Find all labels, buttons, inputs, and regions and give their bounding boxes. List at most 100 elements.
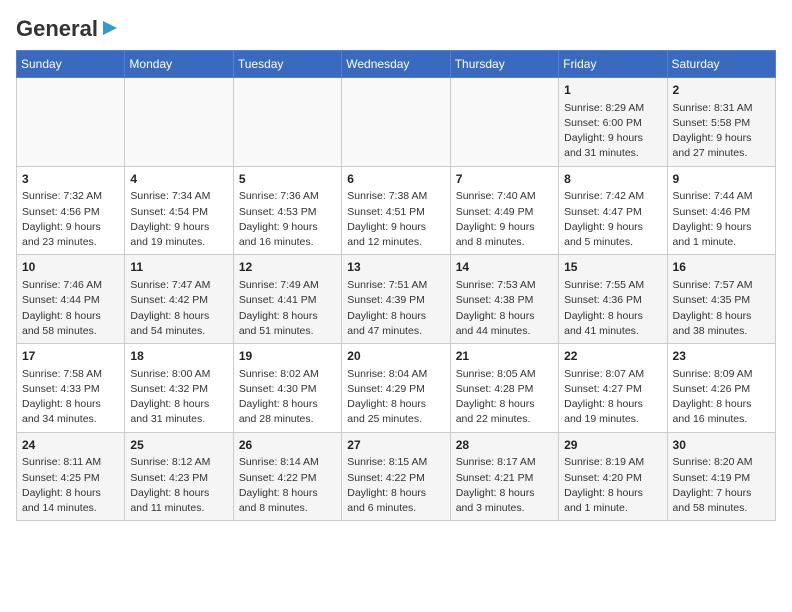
col-sunday: Sunday: [17, 51, 125, 78]
day-number: 12: [239, 259, 336, 276]
day-number: 29: [564, 437, 661, 454]
day-cell: 29Sunrise: 8:19 AM Sunset: 4:20 PM Dayli…: [559, 432, 667, 521]
day-cell: [450, 78, 558, 167]
day-info: Sunrise: 8:04 AM Sunset: 4:29 PM Dayligh…: [347, 367, 444, 428]
day-cell: 20 Sunrise: 8:04 AM Sunset: 4:29 PM Dayli…: [342, 344, 450, 433]
day-info: Sunrise: 7:32 AM Sunset: 4:56 PM Dayligh…: [22, 189, 119, 250]
day-cell: 17 Sunrise: 7:58 AM Sunset: 4:33 PM Dayli…: [17, 344, 125, 433]
day-cell: 8Sunrise: 7:42 AM Sunset: 4:47 PM Daylig…: [559, 166, 667, 255]
day-cell: [17, 78, 125, 167]
col-friday: Friday: [559, 51, 667, 78]
day-cell: 2Sunrise: 8:31 AM Sunset: 5:58 PM Daylig…: [667, 78, 775, 167]
day-info: Sunrise: 7:51 AM Sunset: 4:39 PM Dayligh…: [347, 278, 444, 339]
day-info: Sunrise: 8:19 AM Sunset: 4:20 PM Dayligh…: [564, 455, 661, 516]
day-cell: 6Sunrise: 7:38 AM Sunset: 4:51 PM Daylig…: [342, 166, 450, 255]
day-cell: 10 Sunrise: 7:46 AM Sunset: 4:44 PM Dayli…: [17, 255, 125, 344]
logo-text-general: General: [16, 16, 98, 42]
day-number: 23: [673, 348, 770, 365]
day-cell: 18 Sunrise: 8:00 AM Sunset: 4:32 PM Dayli…: [125, 344, 233, 433]
logo-arrow-icon: [99, 17, 121, 39]
day-cell: [125, 78, 233, 167]
day-info: Sunrise: 8:09 AM Sunset: 4:26 PM Dayligh…: [673, 367, 770, 428]
day-info: Sunrise: 7:55 AM Sunset: 4:36 PM Dayligh…: [564, 278, 661, 339]
day-number: 9: [673, 171, 770, 188]
day-info: Sunrise: 7:58 AM Sunset: 4:33 PM Dayligh…: [22, 367, 119, 428]
day-number: 2: [673, 82, 770, 99]
day-number: 6: [347, 171, 444, 188]
day-number: 20: [347, 348, 444, 365]
day-info: Sunrise: 8:11 AM Sunset: 4:25 PM Dayligh…: [22, 455, 119, 516]
day-cell: 14 Sunrise: 7:53 AM Sunset: 4:38 PM Dayli…: [450, 255, 558, 344]
day-number: 15: [564, 259, 661, 276]
col-saturday: Saturday: [667, 51, 775, 78]
day-info: Sunrise: 8:05 AM Sunset: 4:28 PM Dayligh…: [456, 367, 553, 428]
week-row-2: 3Sunrise: 7:32 AM Sunset: 4:56 PM Daylig…: [17, 166, 776, 255]
day-cell: 3Sunrise: 7:32 AM Sunset: 4:56 PM Daylig…: [17, 166, 125, 255]
day-number: 25: [130, 437, 227, 454]
day-cell: 11 Sunrise: 7:47 AM Sunset: 4:42 PM Dayli…: [125, 255, 233, 344]
col-monday: Monday: [125, 51, 233, 78]
day-number: 3: [22, 171, 119, 188]
day-cell: 1Sunrise: 8:29 AM Sunset: 6:00 PM Daylig…: [559, 78, 667, 167]
col-wednesday: Wednesday: [342, 51, 450, 78]
calendar-header: Sunday Monday Tuesday Wednesday Thursday…: [17, 51, 776, 78]
day-number: 21: [456, 348, 553, 365]
day-info: Sunrise: 7:42 AM Sunset: 4:47 PM Dayligh…: [564, 189, 661, 250]
day-number: 18: [130, 348, 227, 365]
day-number: 17: [22, 348, 119, 365]
day-number: 10: [22, 259, 119, 276]
week-row-4: 17 Sunrise: 7:58 AM Sunset: 4:33 PM Dayli…: [17, 344, 776, 433]
day-cell: 16 Sunrise: 7:57 AM Sunset: 4:35 PM Dayli…: [667, 255, 775, 344]
day-info: Sunrise: 7:44 AM Sunset: 4:46 PM Dayligh…: [673, 189, 770, 250]
day-info: Sunrise: 8:00 AM Sunset: 4:32 PM Dayligh…: [130, 367, 227, 428]
day-cell: 28Sunrise: 8:17 AM Sunset: 4:21 PM Dayli…: [450, 432, 558, 521]
day-number: 14: [456, 259, 553, 276]
day-info: Sunrise: 8:12 AM Sunset: 4:23 PM Dayligh…: [130, 455, 227, 516]
day-info: Sunrise: 8:29 AM Sunset: 6:00 PM Dayligh…: [564, 101, 661, 162]
day-cell: 23 Sunrise: 8:09 AM Sunset: 4:26 PM Dayli…: [667, 344, 775, 433]
day-cell: 26Sunrise: 8:14 AM Sunset: 4:22 PM Dayli…: [233, 432, 341, 521]
day-cell: 13 Sunrise: 7:51 AM Sunset: 4:39 PM Dayli…: [342, 255, 450, 344]
day-cell: 25Sunrise: 8:12 AM Sunset: 4:23 PM Dayli…: [125, 432, 233, 521]
day-cell: 24Sunrise: 8:11 AM Sunset: 4:25 PM Dayli…: [17, 432, 125, 521]
day-info: Sunrise: 7:57 AM Sunset: 4:35 PM Dayligh…: [673, 278, 770, 339]
day-info: Sunrise: 7:53 AM Sunset: 4:38 PM Dayligh…: [456, 278, 553, 339]
day-info: Sunrise: 7:36 AM Sunset: 4:53 PM Dayligh…: [239, 189, 336, 250]
day-number: 4: [130, 171, 227, 188]
week-row-5: 24Sunrise: 8:11 AM Sunset: 4:25 PM Dayli…: [17, 432, 776, 521]
week-row-1: 1Sunrise: 8:29 AM Sunset: 6:00 PM Daylig…: [17, 78, 776, 167]
day-cell: 5Sunrise: 7:36 AM Sunset: 4:53 PM Daylig…: [233, 166, 341, 255]
day-info: Sunrise: 7:49 AM Sunset: 4:41 PM Dayligh…: [239, 278, 336, 339]
day-cell: 12 Sunrise: 7:49 AM Sunset: 4:41 PM Dayli…: [233, 255, 341, 344]
day-info: Sunrise: 8:07 AM Sunset: 4:27 PM Dayligh…: [564, 367, 661, 428]
day-number: 16: [673, 259, 770, 276]
col-thursday: Thursday: [450, 51, 558, 78]
day-number: 7: [456, 171, 553, 188]
day-cell: 21 Sunrise: 8:05 AM Sunset: 4:28 PM Dayli…: [450, 344, 558, 433]
day-number: 27: [347, 437, 444, 454]
day-info: Sunrise: 7:40 AM Sunset: 4:49 PM Dayligh…: [456, 189, 553, 250]
calendar-table: Sunday Monday Tuesday Wednesday Thursday…: [16, 50, 776, 521]
day-cell: 15 Sunrise: 7:55 AM Sunset: 4:36 PM Dayli…: [559, 255, 667, 344]
day-number: 5: [239, 171, 336, 188]
day-cell: [233, 78, 341, 167]
day-info: Sunrise: 8:02 AM Sunset: 4:30 PM Dayligh…: [239, 367, 336, 428]
day-cell: 9Sunrise: 7:44 AM Sunset: 4:46 PM Daylig…: [667, 166, 775, 255]
day-info: Sunrise: 7:46 AM Sunset: 4:44 PM Dayligh…: [22, 278, 119, 339]
day-cell: 7Sunrise: 7:40 AM Sunset: 4:49 PM Daylig…: [450, 166, 558, 255]
day-cell: 27Sunrise: 8:15 AM Sunset: 4:22 PM Dayli…: [342, 432, 450, 521]
day-number: 28: [456, 437, 553, 454]
day-number: 19: [239, 348, 336, 365]
day-number: 13: [347, 259, 444, 276]
day-info: Sunrise: 8:14 AM Sunset: 4:22 PM Dayligh…: [239, 455, 336, 516]
day-number: 11: [130, 259, 227, 276]
day-info: Sunrise: 7:47 AM Sunset: 4:42 PM Dayligh…: [130, 278, 227, 339]
day-info: Sunrise: 8:15 AM Sunset: 4:22 PM Dayligh…: [347, 455, 444, 516]
day-number: 24: [22, 437, 119, 454]
day-cell: 30Sunrise: 8:20 AM Sunset: 4:19 PM Dayli…: [667, 432, 775, 521]
day-info: Sunrise: 7:34 AM Sunset: 4:54 PM Dayligh…: [130, 189, 227, 250]
page-header: General: [16, 16, 776, 38]
day-info: Sunrise: 8:17 AM Sunset: 4:21 PM Dayligh…: [456, 455, 553, 516]
week-row-3: 10 Sunrise: 7:46 AM Sunset: 4:44 PM Dayli…: [17, 255, 776, 344]
day-info: Sunrise: 7:38 AM Sunset: 4:51 PM Dayligh…: [347, 189, 444, 250]
